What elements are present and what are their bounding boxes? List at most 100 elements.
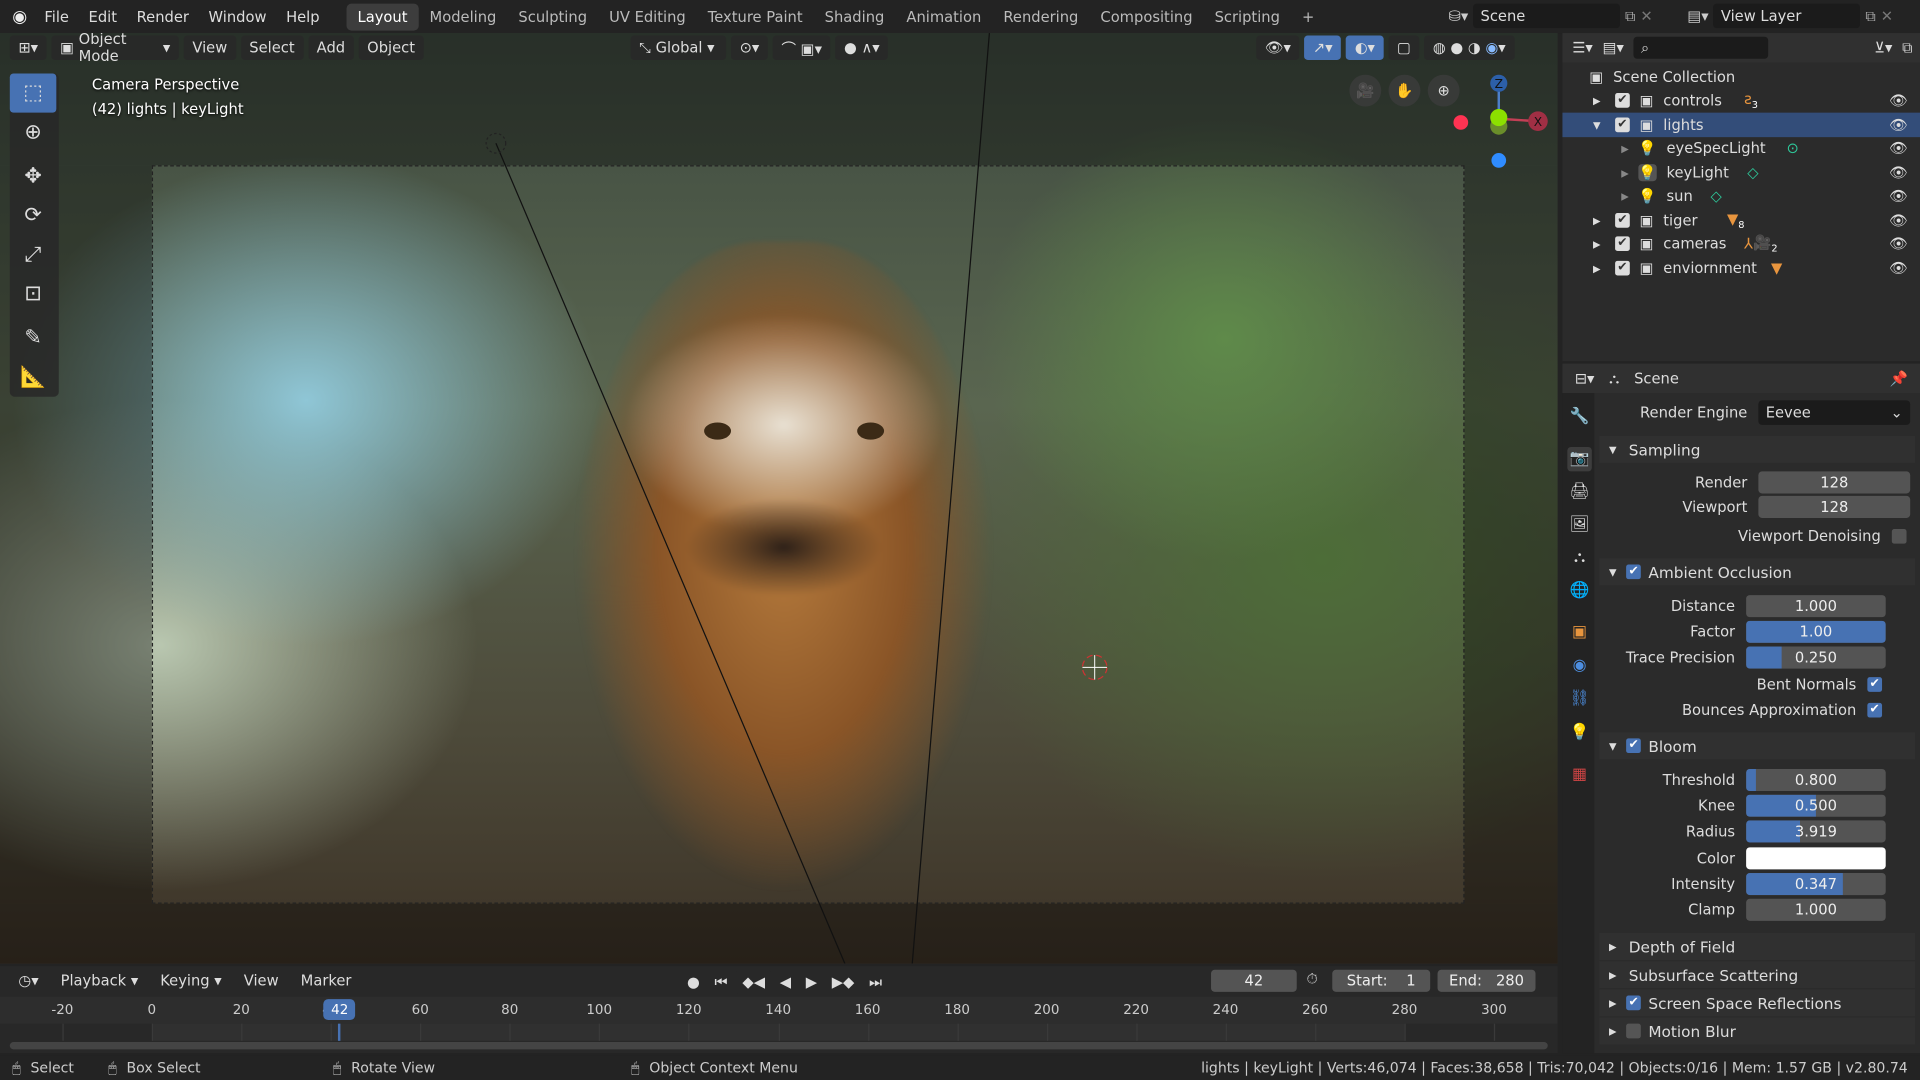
physics-tab-icon[interactable]: ◉ bbox=[1567, 654, 1591, 678]
visibility-eye-icon[interactable]: 👁 bbox=[1889, 212, 1908, 229]
tab-scripting[interactable]: Scripting bbox=[1204, 3, 1291, 30]
end-frame-field[interactable]: End: 280 bbox=[1437, 969, 1536, 992]
viewport-denoising-checkbox[interactable] bbox=[1891, 528, 1907, 544]
bloom-knee-slider[interactable]: 0.500 bbox=[1746, 794, 1886, 817]
ssr-panel-header[interactable]: ▶ ✔ Screen Space Reflections bbox=[1599, 989, 1916, 1017]
visibility-eye-icon[interactable]: 👁 bbox=[1889, 235, 1908, 252]
outliner-search-input[interactable]: ⌕ bbox=[1633, 36, 1769, 59]
view-layer-tab-icon[interactable]: 🖼 bbox=[1567, 513, 1591, 537]
tool-tab-icon[interactable]: 🔧 bbox=[1567, 405, 1591, 429]
editor-type-button[interactable]: ⊞▾ bbox=[9, 35, 47, 61]
annotate-tool-icon[interactable]: ✎ bbox=[10, 318, 57, 357]
navigation-gizmo[interactable]: Z X bbox=[1445, 72, 1555, 170]
transform-orientation-dropdown[interactable]: ⤡ Global ▾ bbox=[630, 35, 727, 61]
record-button[interactable]: ● bbox=[680, 969, 706, 995]
view-layer-icon[interactable]: ▤▾ bbox=[1687, 7, 1708, 24]
bent-normals-checkbox[interactable]: ✔ bbox=[1867, 677, 1883, 692]
new-view-layer-icon[interactable]: ⧉ bbox=[1865, 7, 1876, 25]
next-keyframe-button[interactable]: ▶◆ bbox=[825, 969, 861, 995]
outliner-row-controls[interactable]: ▶ ✔ ▣ controls ƨ3 👁 bbox=[1562, 88, 1920, 112]
scene-collection-row[interactable]: ▣ Scene Collection bbox=[1562, 65, 1920, 89]
outliner-row-cameras[interactable]: ▶ ✔ ▣ cameras ⅄ 🎥2 👁 bbox=[1562, 231, 1920, 255]
play-reverse-button[interactable]: ◀ bbox=[773, 969, 798, 995]
key-light-icon[interactable] bbox=[485, 132, 507, 154]
pan-view-button[interactable]: ✋ bbox=[1388, 74, 1421, 107]
menu-object[interactable]: Object bbox=[358, 35, 424, 61]
outliner-row-tiger[interactable]: ▶ ✔ ▣ tiger ▼8 👁 bbox=[1562, 208, 1920, 232]
measure-tool-icon[interactable]: 📐 bbox=[10, 358, 57, 397]
xray-toggle[interactable]: ▢ bbox=[1388, 35, 1420, 61]
constraints-tab-icon[interactable]: ⛓ bbox=[1567, 687, 1591, 711]
visibility-eye-icon[interactable]: 👁 bbox=[1889, 260, 1908, 277]
world-tab-icon[interactable]: 🌐 bbox=[1567, 579, 1591, 603]
transform-tool-icon[interactable]: ⊡ bbox=[10, 274, 57, 313]
subsurface-scattering-panel-header[interactable]: ▶ Subsurface Scattering bbox=[1599, 961, 1916, 989]
play-button[interactable]: ▶ bbox=[799, 969, 824, 995]
menu-edit[interactable]: Edit bbox=[79, 8, 127, 25]
snap-button[interactable]: ⌒ ▣▾ bbox=[772, 35, 831, 61]
start-frame-field[interactable]: Start: 1 bbox=[1332, 969, 1431, 992]
exclude-checkbox[interactable]: ✔ bbox=[1615, 93, 1630, 108]
texture-tab-icon[interactable]: ▦ bbox=[1567, 763, 1591, 787]
tab-modeling[interactable]: Modeling bbox=[419, 3, 508, 30]
camera-view-button[interactable]: 🎥 bbox=[1349, 74, 1382, 107]
menu-help[interactable]: Help bbox=[276, 8, 329, 25]
bloom-panel-header[interactable]: ▼ ✔ Bloom bbox=[1599, 732, 1916, 760]
menu-window[interactable]: Window bbox=[199, 8, 277, 25]
playback-menu[interactable]: Playback ▾ bbox=[52, 969, 147, 993]
move-tool-icon[interactable]: ✥ bbox=[10, 157, 57, 196]
preview-range-icon[interactable]: ⏱ bbox=[1307, 970, 1318, 988]
tab-layout[interactable]: Layout bbox=[346, 3, 419, 31]
overlay-toggle[interactable]: ◐▾ bbox=[1346, 35, 1384, 61]
scale-tool-icon[interactable]: ⤢ bbox=[10, 235, 57, 274]
visibility-eye-icon[interactable]: 👁 bbox=[1889, 92, 1908, 109]
bloom-radius-slider[interactable]: 3.919 bbox=[1746, 820, 1886, 843]
menu-render[interactable]: Render bbox=[127, 8, 199, 25]
menu-select[interactable]: Select bbox=[240, 35, 304, 61]
ambient-occlusion-panel-header[interactable]: ▼ ✔ Ambient Occlusion bbox=[1599, 558, 1916, 586]
bloom-intensity-slider[interactable]: 0.347 bbox=[1746, 873, 1886, 896]
current-frame-field[interactable]: 42 bbox=[1211, 969, 1297, 992]
output-tab-icon[interactable]: 🖨 bbox=[1567, 480, 1591, 504]
tab-sculpting[interactable]: Sculpting bbox=[507, 3, 598, 30]
cursor-tool-icon[interactable]: ⊕ bbox=[10, 113, 57, 152]
filter-icon[interactable]: ⊻▾ bbox=[1874, 39, 1892, 56]
proportional-edit-button[interactable]: ● ∧▾ bbox=[835, 35, 889, 61]
timeline-editor-type-icon[interactable]: ◷▾ bbox=[10, 969, 47, 993]
y-axis[interactable] bbox=[1490, 108, 1508, 127]
object-data-tab-icon[interactable]: 💡 bbox=[1567, 721, 1591, 745]
bounces-approximation-checkbox[interactable]: ✔ bbox=[1867, 702, 1883, 718]
visibility-eye-icon[interactable]: 👁 bbox=[1889, 187, 1908, 204]
jump-start-button[interactable]: ⏮ bbox=[708, 969, 734, 995]
render-samples-field[interactable]: 128 bbox=[1758, 471, 1911, 494]
exclude-checkbox[interactable]: ✔ bbox=[1615, 117, 1630, 133]
scene-field[interactable]: Scene bbox=[1473, 3, 1621, 29]
shading-modes[interactable]: ◍ ● ◑ ◉ ▾ bbox=[1424, 35, 1515, 61]
neg-z-axis[interactable] bbox=[1491, 153, 1507, 168]
viewport-samples-field[interactable]: 128 bbox=[1758, 495, 1911, 518]
bloom-threshold-slider[interactable]: 0.800 bbox=[1746, 768, 1886, 792]
outliner-row-eyespeclight[interactable]: ▶ 💡 eyeSpecLight ⊙ 👁 bbox=[1562, 136, 1920, 160]
view-layer-field[interactable]: View Layer bbox=[1713, 3, 1861, 29]
motion-blur-panel-header[interactable]: ▶ Motion Blur bbox=[1599, 1017, 1916, 1045]
bloom-clamp-field[interactable]: 1.000 bbox=[1746, 898, 1886, 921]
tab-shading[interactable]: Shading bbox=[814, 3, 896, 30]
motion-blur-enable-checkbox[interactable] bbox=[1626, 1023, 1642, 1039]
sampling-panel-header[interactable]: ▼ Sampling bbox=[1599, 435, 1916, 463]
mode-dropdown[interactable]: ▣ Object Mode ▾ bbox=[51, 33, 179, 65]
remove-view-layer-icon[interactable]: ✕ bbox=[1881, 7, 1893, 24]
ao-enable-checkbox[interactable]: ✔ bbox=[1626, 564, 1642, 580]
remove-scene-icon[interactable]: ✕ bbox=[1640, 7, 1652, 24]
new-collection-icon[interactable]: ⧉ bbox=[1902, 39, 1913, 57]
gizmo-toggle[interactable]: ↗▾ bbox=[1304, 35, 1342, 61]
3d-viewport[interactable]: ⊞▾ ▣ Object Mode ▾ View Select Add Objec… bbox=[0, 33, 1558, 964]
scene-tab-icon[interactable]: ⛬ bbox=[1567, 546, 1591, 570]
outliner-editor-type-icon[interactable]: ☰▾ bbox=[1572, 39, 1593, 56]
tab-texture-paint[interactable]: Texture Paint bbox=[697, 3, 814, 30]
tab-compositing[interactable]: Compositing bbox=[1089, 3, 1203, 30]
ao-factor-slider[interactable]: 1.00 bbox=[1746, 620, 1886, 643]
tab-animation[interactable]: Animation bbox=[895, 3, 992, 30]
pin-icon[interactable]: 📌 bbox=[1889, 370, 1907, 387]
object-tab-icon[interactable]: ▣ bbox=[1567, 621, 1591, 645]
visibility-eye-icon[interactable]: 👁 bbox=[1889, 164, 1908, 181]
